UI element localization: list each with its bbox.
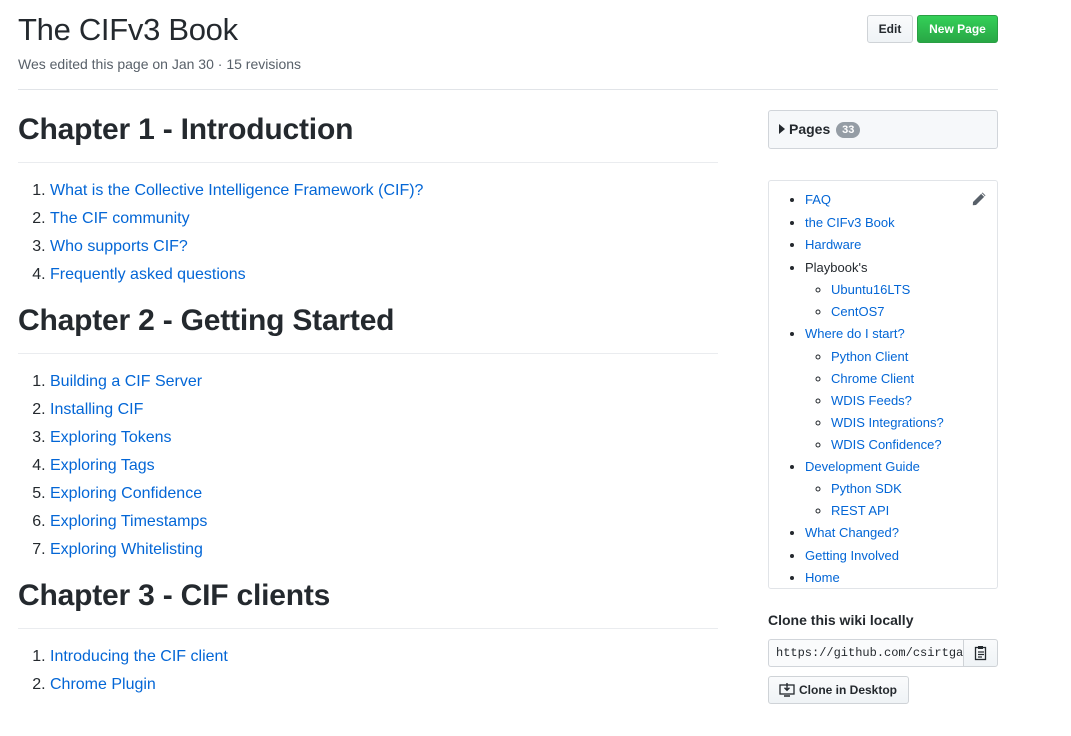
list-item: Installing CIF (50, 396, 718, 424)
sidebar-text-playbooks: Playbook's (805, 259, 868, 275)
chapter-link[interactable]: Exploring Confidence (50, 485, 202, 502)
chapter-section: Chapter 2 - Getting Started Building a C… (18, 299, 718, 564)
list-item: Exploring Whitelisting (50, 536, 718, 564)
chapter-link[interactable]: Installing CIF (50, 401, 143, 418)
pages-label: Pages (789, 121, 831, 137)
chapter-link[interactable]: Who supports CIF? (50, 238, 188, 255)
sidebar-subitem: WDIS Integrations? (831, 412, 987, 434)
sidebar-link-what-changed[interactable]: What Changed? (805, 525, 899, 540)
pencil-icon[interactable] (971, 191, 987, 207)
sidebar-link-chrome-client[interactable]: Chrome Client (831, 371, 914, 386)
chapter-link[interactable]: Exploring Tokens (50, 429, 172, 446)
list-item: Who supports CIF? (50, 233, 718, 261)
sidebar-link-python-client[interactable]: Python Client (831, 349, 908, 364)
wiki-content: Chapter 1 - Introduction What is the Col… (18, 108, 718, 709)
chapter-link[interactable]: Exploring Timestamps (50, 513, 207, 530)
sidebar-subitem: REST API (831, 500, 987, 522)
edit-button[interactable]: Edit (867, 15, 913, 43)
pages-toggle[interactable]: Pages 33 (768, 110, 998, 149)
new-page-button[interactable]: New Page (917, 15, 998, 43)
sidebar-item: Where do I start? Python Client Chrome C… (805, 323, 987, 456)
header-divider (18, 89, 998, 90)
sidebar-link-where-start[interactable]: Where do I start? (805, 326, 905, 341)
sidebar-sublist: Ubuntu16LTS CentOS7 (805, 279, 987, 323)
chapter-section: Chapter 1 - Introduction What is the Col… (18, 108, 718, 289)
clone-title: Clone this wiki locally (768, 612, 914, 628)
clipboard-icon (974, 646, 986, 661)
chapter-heading: Chapter 1 - Introduction (18, 108, 718, 163)
chapter-link[interactable]: Frequently asked questions (50, 266, 246, 283)
sidebar-item: FAQ (805, 189, 987, 212)
sidebar-link-python-sdk[interactable]: Python SDK (831, 481, 902, 496)
caret-right-icon (779, 124, 785, 134)
sidebar-subitem: Ubuntu16LTS (831, 279, 987, 301)
list-item: Exploring Tokens (50, 424, 718, 452)
sidebar-subitem: Python SDK (831, 478, 987, 500)
sidebar-link-hardware[interactable]: Hardware (805, 237, 861, 252)
wiki-sidebar: FAQ the CIFv3 Book Hardware Playbook's U… (768, 180, 998, 589)
sidebar-item: What Changed? (805, 522, 987, 545)
chapter-list: Building a CIF Server Installing CIF Exp… (18, 368, 718, 564)
sidebar-link-rest-api[interactable]: REST API (831, 503, 889, 518)
sidebar-link-ubuntu[interactable]: Ubuntu16LTS (831, 282, 910, 297)
sidebar-item: Getting Involved (805, 545, 987, 568)
sidebar-link-wdis-confidence[interactable]: WDIS Confidence? (831, 437, 942, 452)
chapter-link[interactable]: Building a CIF Server (50, 373, 202, 390)
list-item: What is the Collective Intelligence Fram… (50, 177, 718, 205)
sidebar-item: the CIFv3 Book (805, 212, 987, 235)
list-item: Exploring Timestamps (50, 508, 718, 536)
sidebar-sublist: Python Client Chrome Client WDIS Feeds? … (805, 346, 987, 456)
clone-url-input[interactable]: https://github.com/csirtgadgets/bearded-… (768, 639, 964, 667)
sidebar-subitem: WDIS Feeds? (831, 390, 987, 412)
chapter-link[interactable]: The CIF community (50, 210, 190, 227)
list-item: Exploring Tags (50, 452, 718, 480)
chapter-link[interactable]: Exploring Whitelisting (50, 541, 203, 558)
sidebar-sublist: Python SDK REST API (805, 478, 987, 522)
sidebar-link-wdis-feeds[interactable]: WDIS Feeds? (831, 393, 912, 408)
sidebar-item: Home (805, 567, 987, 590)
page-edit-meta: Wes edited this page on Jan 30 · 15 revi… (18, 56, 302, 72)
clone-in-desktop-button[interactable]: Clone in Desktop (768, 676, 909, 704)
sidebar-link-home[interactable]: Home (805, 570, 840, 585)
desktop-download-icon (779, 683, 795, 697)
sidebar-link-wdis-integrations[interactable]: WDIS Integrations? (831, 415, 944, 430)
copy-url-button[interactable] (963, 639, 998, 667)
chapter-list: What is the Collective Intelligence Fram… (18, 177, 718, 289)
list-item: Frequently asked questions (50, 261, 718, 289)
sidebar-subitem: WDIS Confidence? (831, 434, 987, 456)
list-item: Introducing the CIF client (50, 643, 718, 671)
chapter-link[interactable]: Chrome Plugin (50, 676, 156, 693)
sidebar-item: Development Guide Python SDK REST API (805, 456, 987, 523)
sidebar-subitem: Python Client (831, 346, 987, 368)
chapter-link[interactable]: Introducing the CIF client (50, 648, 228, 665)
chapter-link[interactable]: What is the Collective Intelligence Fram… (50, 182, 423, 199)
sidebar-link-faq[interactable]: FAQ (805, 192, 831, 207)
sidebar-subitem: Chrome Client (831, 368, 987, 390)
sidebar-link-cifv3-book[interactable]: the CIFv3 Book (805, 215, 895, 230)
sidebar-link-centos[interactable]: CentOS7 (831, 304, 884, 319)
list-item: Building a CIF Server (50, 368, 718, 396)
sidebar-item: Hardware (805, 234, 987, 257)
list-item: Exploring Confidence (50, 480, 718, 508)
sidebar-list: FAQ the CIFv3 Book Hardware Playbook's U… (779, 189, 987, 590)
list-item: Chrome Plugin (50, 671, 718, 699)
pages-count-badge: 33 (836, 122, 861, 138)
page-title: The CIFv3 Book (18, 12, 238, 47)
sidebar-subitem: CentOS7 (831, 301, 987, 323)
chapter-heading: Chapter 3 - CIF clients (18, 574, 718, 629)
chapter-list: Introducing the CIF client Chrome Plugin (18, 643, 718, 699)
chapter-section: Chapter 3 - CIF clients Introducing the … (18, 574, 718, 699)
sidebar-link-getting-involved[interactable]: Getting Involved (805, 548, 899, 563)
sidebar-item: Playbook's Ubuntu16LTS CentOS7 (805, 257, 987, 324)
list-item: The CIF community (50, 205, 718, 233)
chapter-heading: Chapter 2 - Getting Started (18, 299, 718, 354)
chapter-link[interactable]: Exploring Tags (50, 457, 155, 474)
sidebar-link-dev-guide[interactable]: Development Guide (805, 459, 920, 474)
clone-in-desktop-label: Clone in Desktop (799, 683, 898, 697)
